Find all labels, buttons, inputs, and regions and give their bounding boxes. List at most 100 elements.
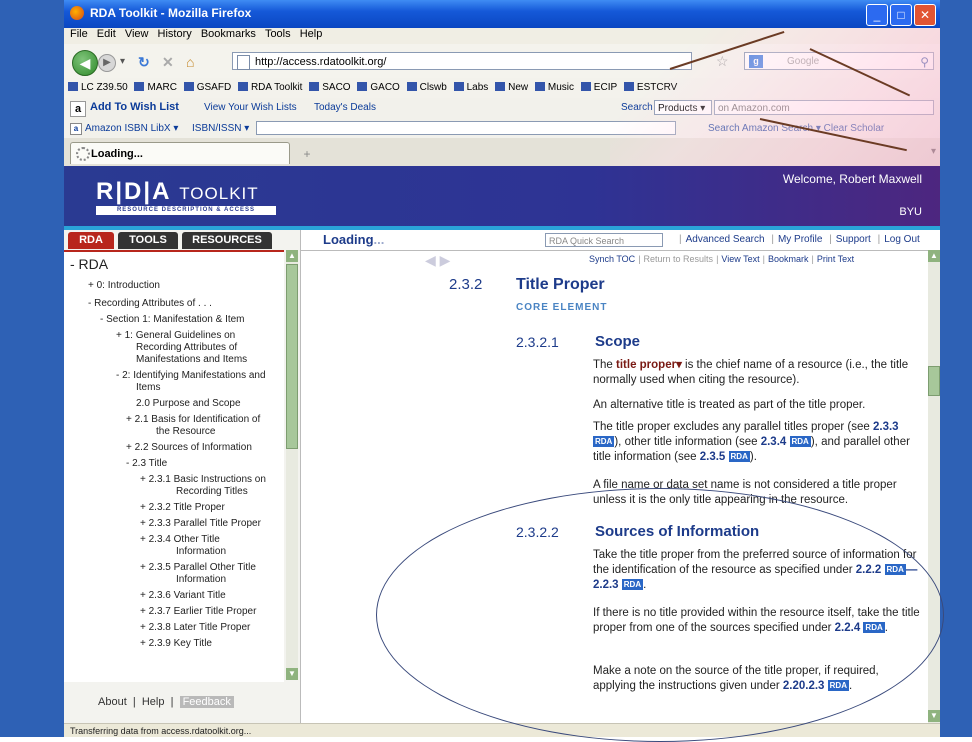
toc-item[interactable]: - Recording Attributes of . . . <box>88 298 212 310</box>
toc-item-current[interactable]: + 2.3.2 Title Proper <box>140 502 225 514</box>
isbn-toolbar-actions[interactable]: Search Amazon Search ▾ Clear Scholar <box>708 123 884 134</box>
menu-bookmarks[interactable]: Bookmarks <box>201 28 256 40</box>
close-button[interactable]: ✕ <box>914 4 936 26</box>
bookmark-item[interactable]: New <box>495 78 528 98</box>
advanced-search-link[interactable]: Advanced Search <box>686 234 765 245</box>
view-text-link[interactable]: View Text <box>721 254 759 264</box>
search-icon[interactable]: ⚲ <box>920 53 929 71</box>
tab-resources[interactable]: RESOURCES <box>182 232 272 249</box>
toc-item[interactable]: - RDA <box>70 257 108 271</box>
scroll-up-icon[interactable]: ▲ <box>286 250 298 262</box>
home-icon[interactable]: ⌂ <box>186 54 194 70</box>
bookmark-item[interactable]: Music <box>534 78 574 98</box>
content-scrollbar[interactable]: ▲ ▼ <box>928 250 940 723</box>
toc-item[interactable]: 2.0 Purpose and Scope <box>136 398 241 410</box>
scroll-up-icon[interactable]: ▲ <box>928 250 940 262</box>
todays-deals-link[interactable]: Today's Deals <box>314 102 376 113</box>
rda-badge[interactable]: RDA <box>884 564 906 575</box>
rda-badge[interactable]: RDA <box>593 436 615 447</box>
rda-badge[interactable]: RDA <box>863 622 885 633</box>
toc-item[interactable]: + 2.3.9 Key Title <box>140 638 212 650</box>
tab-list-icon[interactable]: ▾ <box>931 146 936 157</box>
toc-item[interactable]: + 2.3.7 Earlier Title Proper <box>140 606 256 618</box>
toc-item[interactable]: - 2.3 Title <box>126 458 167 470</box>
minimize-button[interactable]: _ <box>866 4 888 26</box>
menu-history[interactable]: History <box>158 28 192 40</box>
stop-icon[interactable]: ✕ <box>162 54 174 70</box>
rule-link[interactable]: 2.20.2.3 <box>783 680 825 692</box>
url-bar[interactable]: http://access.rdatoolkit.org/ <box>232 52 692 70</box>
toc-item[interactable]: + 1: General Guidelines on <box>116 330 235 342</box>
amazon-search-input[interactable]: on Amazon.com <box>714 100 934 115</box>
rule-link[interactable]: 2.3.3 <box>873 421 899 433</box>
maximize-button[interactable]: □ <box>890 4 912 26</box>
menu-file[interactable]: File <box>70 28 88 40</box>
bookmark-star-icon[interactable]: ☆ <box>716 53 729 70</box>
tab-rda[interactable]: RDA <box>68 232 114 249</box>
tab-loading[interactable]: Loading... <box>70 142 290 164</box>
products-dropdown[interactable]: Products ▾ <box>654 100 712 115</box>
scroll-down-icon[interactable]: ▼ <box>286 668 298 680</box>
rule-link[interactable]: 2.3.4 <box>761 436 787 448</box>
isbn-input[interactable] <box>256 121 676 135</box>
menu-help[interactable]: Help <box>300 28 323 40</box>
rule-link[interactable]: 2.3.5 <box>700 451 726 463</box>
toc-item[interactable]: + 2.1 Basis for Identification of <box>126 414 260 426</box>
bookmark-item[interactable]: GSAFD <box>183 78 231 98</box>
back-button[interactable]: ◀ <box>72 50 98 76</box>
search-box[interactable]: g Google ⚲ <box>744 52 934 70</box>
toc-item[interactable]: + 2.3.5 Parallel Other Title <box>140 562 256 574</box>
toc-item[interactable]: + 2.3.4 Other Title <box>140 534 220 546</box>
help-link[interactable]: Help <box>142 696 165 708</box>
bookmark-item[interactable]: Labs <box>453 78 488 98</box>
toc-scroll-thumb[interactable] <box>286 264 298 449</box>
toc-item[interactable]: + 2.3.8 Later Title Proper <box>140 622 250 634</box>
toc-scrollbar[interactable]: ▲ ▼ <box>286 250 298 680</box>
menu-edit[interactable]: Edit <box>97 28 116 40</box>
support-link[interactable]: Support <box>836 234 871 245</box>
bookmark-item[interactable]: LC Z39.50 <box>68 78 128 98</box>
add-to-wish-list-button[interactable]: Add To Wish List <box>90 101 179 113</box>
scroll-down-icon[interactable]: ▼ <box>928 710 940 722</box>
toc-item[interactable]: + 2.3.6 Variant Title <box>140 590 226 602</box>
forward-button[interactable]: ▶ <box>98 54 116 72</box>
title-proper-glossary-link[interactable]: title proper▾ <box>616 359 682 371</box>
rule-link[interactable]: 2.2.2 <box>856 564 882 576</box>
libx-menu[interactable]: a Amazon ISBN LibX ▾ <box>70 123 178 135</box>
reload-icon[interactable]: ↻ <box>138 54 150 70</box>
bookmark-item[interactable]: RDA Toolkit <box>237 78 302 98</box>
rda-badge[interactable]: RDA <box>621 579 644 590</box>
feedback-button[interactable]: Feedback <box>179 696 234 708</box>
rda-badge[interactable]: RDA <box>789 436 811 447</box>
rule-link[interactable]: 2.2.4 <box>835 622 861 634</box>
bookmark-item[interactable]: MARC <box>134 78 177 98</box>
bookmark-item[interactable]: SACO <box>309 78 351 98</box>
tab-tools[interactable]: TOOLS <box>118 232 178 249</box>
rda-badge[interactable]: RDA <box>728 451 750 462</box>
rda-quick-search-input[interactable]: RDA Quick Search <box>545 233 663 247</box>
print-text-link[interactable]: Print Text <box>817 254 854 264</box>
toc-item[interactable]: + 2.3.3 Parallel Title Proper <box>140 518 261 530</box>
log-out-link[interactable]: Log Out <box>884 234 920 245</box>
rda-badge[interactable]: RDA <box>827 680 849 691</box>
bookmark-item[interactable]: GACO <box>357 78 400 98</box>
bookmark-item[interactable]: ESTCRV <box>623 78 677 98</box>
toc-item[interactable]: + 2.2 Sources of Information <box>126 442 252 454</box>
prev-next-arrows[interactable]: ◀ ▶ <box>425 252 450 269</box>
synch-toc-link[interactable]: Synch TOC <box>589 254 635 264</box>
view-wish-lists-link[interactable]: View Your Wish Lists <box>204 102 297 113</box>
bookmark-item[interactable]: Clswb <box>406 78 447 98</box>
isbn-type-dropdown[interactable]: ISBN/ISSN ▾ <box>192 123 249 134</box>
toc-item[interactable]: + 0: Introduction <box>88 280 160 292</box>
menu-tools[interactable]: Tools <box>265 28 291 40</box>
my-profile-link[interactable]: My Profile <box>778 234 822 245</box>
new-tab-button[interactable]: + <box>298 146 316 162</box>
toc-item[interactable]: - Section 1: Manifestation & Item <box>100 314 245 326</box>
content-scroll-thumb[interactable] <box>928 366 940 396</box>
bookmark-item[interactable]: ECIP <box>580 78 617 98</box>
bookmark-link[interactable]: Bookmark <box>768 254 809 264</box>
history-dropdown-icon[interactable]: ▾ <box>120 54 125 70</box>
about-link[interactable]: About <box>98 696 127 708</box>
return-to-results-link[interactable]: Return to Results <box>644 254 714 264</box>
menu-view[interactable]: View <box>125 28 149 40</box>
